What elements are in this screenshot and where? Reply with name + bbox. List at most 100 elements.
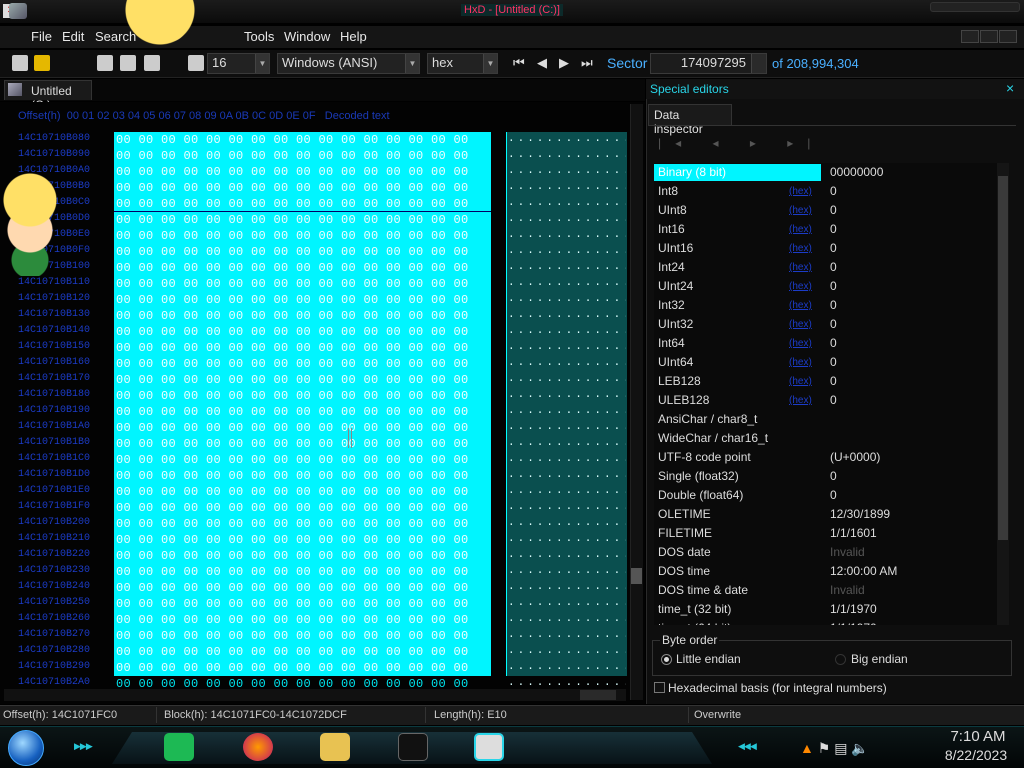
inspector-row[interactable]: OLETIME 12/30/1899 [654, 505, 997, 524]
mdi-restore-button[interactable] [980, 30, 998, 43]
inspector-value[interactable]: 1/1/1970 [830, 600, 877, 619]
inspector-row[interactable]: DOS time 12:00:00 AM [654, 562, 997, 581]
inspector-value[interactable]: 0 [830, 467, 837, 486]
inspector-hex-link[interactable]: (hex) [789, 201, 812, 220]
inspector-hex-link[interactable]: (hex) [789, 391, 812, 410]
sector-spinner[interactable] [751, 54, 766, 73]
hex-row[interactable]: 00 00 00 00 00 00 00 00 00 00 00 00 00 0… [114, 164, 491, 180]
hex-row[interactable]: 00 00 00 00 00 00 00 00 00 00 00 00 00 0… [114, 612, 491, 628]
inspector-row[interactable]: UInt32 (hex) 0 [654, 315, 997, 334]
hex-row[interactable]: 00 00 00 00 00 00 00 00 00 00 00 00 00 0… [114, 452, 491, 468]
open-ram-icon[interactable] [120, 55, 136, 71]
window-controls[interactable] [930, 2, 1020, 12]
hex-row[interactable]: 00 00 00 00 00 00 00 00 00 00 00 00 00 0… [114, 244, 491, 260]
charset-select[interactable]: Windows (ANSI) ▼ [277, 53, 420, 74]
decoded-text-row[interactable]: ................ [508, 180, 626, 196]
decoded-text-row[interactable]: ................ [508, 260, 626, 276]
clock-time[interactable]: 7:10 AM [938, 728, 1018, 745]
inspector-value[interactable]: 0 [830, 391, 837, 410]
inspector-hex-link[interactable]: (hex) [789, 315, 812, 334]
decoded-text-row[interactable]: ................ [508, 196, 626, 212]
hex-row[interactable]: 00 00 00 00 00 00 00 00 00 00 00 00 00 0… [114, 212, 491, 228]
inspector-row[interactable]: Binary (8 bit) 00000000 [654, 163, 997, 182]
flag-icon[interactable]: ⚑ [818, 740, 831, 756]
menu-edit[interactable]: Edit [62, 29, 84, 44]
decoded-text-row[interactable]: ................ [508, 580, 626, 596]
document-system-icon[interactable] [9, 3, 27, 19]
inspector-row[interactable]: UInt8 (hex) 0 [654, 201, 997, 220]
inspector-row[interactable]: AnsiChar / char8_t [654, 410, 997, 429]
chevron-down-icon[interactable]: ▼ [255, 54, 269, 73]
decoded-text-row[interactable]: ................ [508, 372, 626, 388]
terminal-icon[interactable] [398, 733, 428, 761]
hex-row[interactable]: 00 00 00 00 00 00 00 00 00 00 00 00 00 0… [114, 564, 491, 580]
inspector-hex-link[interactable]: (hex) [789, 353, 812, 372]
hex-row[interactable]: 00 00 00 00 00 00 00 00 00 00 00 00 00 0… [114, 500, 491, 516]
inspector-value[interactable]: 1/1/1601 [830, 524, 877, 543]
decoded-text-row[interactable]: ................ [508, 420, 626, 436]
decoded-text-row[interactable]: ................ [508, 132, 626, 148]
inspector-row[interactable]: Single (float32) 0 [654, 467, 997, 486]
decoded-text-row[interactable]: ................ [508, 148, 626, 164]
decoded-text-row[interactable]: ................ [508, 644, 626, 660]
decoded-text-row[interactable]: ................ [508, 596, 626, 612]
inspector-row[interactable]: Double (float64) 0 [654, 486, 997, 505]
inspector-value[interactable]: Invalid [830, 543, 865, 562]
tab-data-inspector[interactable]: Data inspector [648, 104, 732, 136]
first-sector-icon[interactable]: ⏮ [513, 55, 525, 71]
last-sector-icon[interactable]: ⏭ [581, 55, 593, 71]
hex-row[interactable]: 00 00 00 00 00 00 00 00 00 00 00 00 00 0… [114, 596, 491, 612]
mdi-close-button[interactable] [999, 30, 1017, 43]
open-disk-icon[interactable] [97, 55, 113, 71]
inspector-scroll-thumb[interactable] [998, 176, 1008, 540]
little-endian-radio[interactable] [661, 654, 672, 665]
hex-row[interactable]: 00 00 00 00 00 00 00 00 00 00 00 00 00 0… [114, 548, 491, 564]
new-file-icon[interactable] [12, 55, 28, 71]
inspector-value[interactable]: 0 [830, 239, 837, 258]
panel-close-icon[interactable]: × [1006, 80, 1014, 96]
menu-tools[interactable]: Tools [244, 29, 274, 44]
open-folder-icon[interactable] [34, 55, 50, 71]
decoded-text-row[interactable]: ................ [508, 548, 626, 564]
decoded-text-row[interactable]: ................ [508, 292, 626, 308]
decoded-text-row[interactable]: ................ [508, 324, 626, 340]
inspector-row[interactable]: time_t (64 bit) 1/1/1970 [654, 619, 997, 625]
offset-base-select[interactable]: hex ▼ [427, 53, 498, 74]
inspector-value[interactable]: 0 [830, 277, 837, 296]
chevron-down-icon[interactable]: ▼ [483, 54, 497, 73]
inspector-value[interactable]: 00000000 [830, 163, 883, 182]
hex-row[interactable]: 00 00 00 00 00 00 00 00 00 00 00 00 00 0… [114, 148, 491, 164]
decoded-text-row[interactable]: ................ [508, 308, 626, 324]
inspector-row[interactable]: UTF-8 code point (U+0000) [654, 448, 997, 467]
inspector-row[interactable]: DOS date Invalid [654, 543, 997, 562]
inspector-row[interactable]: FILETIME 1/1/1601 [654, 524, 997, 543]
hex-row[interactable]: 00 00 00 00 00 00 00 00 00 00 00 00 00 0… [114, 404, 491, 420]
inspector-row[interactable]: UInt24 (hex) 0 [654, 277, 997, 296]
start-button-icon[interactable] [8, 730, 44, 766]
inspector-hex-link[interactable]: (hex) [789, 277, 812, 296]
inspector-value[interactable]: 0 [830, 220, 837, 239]
hex-row[interactable]: 00 00 00 00 00 00 00 00 00 00 00 00 00 0… [114, 420, 491, 436]
inspector-hex-link[interactable]: (hex) [789, 296, 812, 315]
inspector-row[interactable]: Int24 (hex) 0 [654, 258, 997, 277]
bytes-per-row-select[interactable]: 16 ▼ [207, 53, 270, 74]
inspector-value[interactable]: 1/1/1970 [830, 619, 877, 625]
save-icon[interactable] [144, 55, 160, 71]
inspector-value[interactable]: 0 [830, 201, 837, 220]
inspector-row[interactable]: Int8 (hex) 0 [654, 182, 997, 201]
file-explorer-icon[interactable] [320, 733, 350, 761]
decoded-text-row[interactable]: ................ [508, 340, 626, 356]
inspector-hex-link[interactable]: (hex) [789, 182, 812, 201]
menu-file[interactable]: File [31, 29, 52, 44]
hex-row[interactable]: 00 00 00 00 00 00 00 00 00 00 00 00 00 0… [114, 356, 491, 372]
inspector-value[interactable]: 0 [830, 315, 837, 334]
hex-row[interactable]: 00 00 00 00 00 00 00 00 00 00 00 00 00 0… [114, 644, 491, 660]
inspector-value[interactable]: 12/30/1899 [830, 505, 890, 524]
hex-row[interactable]: 00 00 00 00 00 00 00 00 00 00 00 00 00 0… [114, 372, 491, 388]
big-endian-label[interactable]: Big endian [851, 652, 908, 666]
next-sector-icon[interactable]: ▶ [559, 55, 569, 71]
hex-bytes[interactable]: 00 00 00 00 00 00 00 00 00 00 00 00 00 0… [114, 132, 491, 692]
inspector-row[interactable]: Int32 (hex) 0 [654, 296, 997, 315]
hex-row[interactable]: 00 00 00 00 00 00 00 00 00 00 00 00 00 0… [114, 196, 491, 212]
inspector-row[interactable]: UInt16 (hex) 0 [654, 239, 997, 258]
